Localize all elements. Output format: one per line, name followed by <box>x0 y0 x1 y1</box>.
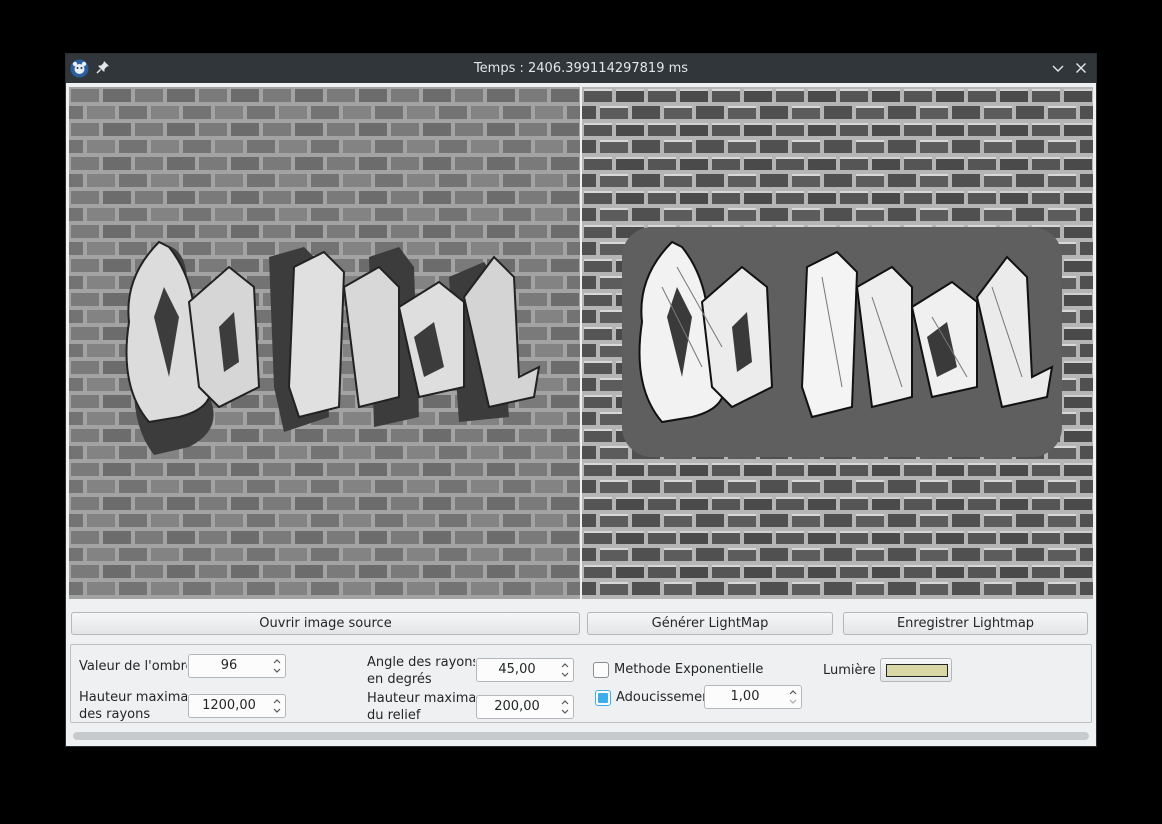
title-bar[interactable]: Temps : 2406.399114297819 ms <box>66 54 1096 83</box>
spin-arrows-icon[interactable] <box>271 656 283 676</box>
lightmap-image <box>582 87 1093 599</box>
light-color-button[interactable] <box>880 658 952 682</box>
exponential-label: Methode Exponentielle <box>614 662 764 677</box>
open-source-button[interactable]: Ouvrir image source <box>71 612 580 635</box>
max-ray-height-label-2: des rayons <box>79 707 151 722</box>
image-area <box>69 87 1093 599</box>
lightmap-window: Temps : 2406.399114297819 ms Ouvrir imag… <box>65 53 1097 747</box>
save-lightmap-button[interactable]: Enregistrer Lightmap <box>843 612 1088 635</box>
spin-arrows-icon[interactable] <box>271 696 283 716</box>
close-icon[interactable] <box>1073 60 1089 76</box>
generate-lightmap-button[interactable]: Générer LightMap <box>587 612 833 635</box>
light-label: Lumière : <box>823 663 885 678</box>
max-ray-height-label-1: Hauteur maximale <box>79 690 187 705</box>
shadow-value-spinbox[interactable]: 96 <box>188 654 286 678</box>
max-relief-height-label-2: du relief <box>367 708 421 723</box>
window-title: Temps : 2406.399114297819 ms <box>473 61 689 76</box>
exponential-checkbox[interactable] <box>593 662 609 678</box>
source-image <box>69 87 580 599</box>
smoothing-spinbox[interactable]: 1,00 <box>704 685 802 709</box>
max-relief-height-spinbox[interactable]: 200,00 <box>476 695 574 719</box>
spin-arrows-icon[interactable] <box>559 660 571 680</box>
smoothing-label: Adoucissement <box>616 690 704 705</box>
spin-arrows-icon[interactable] <box>787 687 799 707</box>
horizontal-scrollbar[interactable] <box>73 732 1089 740</box>
max-relief-height-label-1: Hauteur maximale <box>367 691 475 706</box>
ray-angle-spinbox[interactable]: 45,00 <box>476 658 574 682</box>
settings-group: Valeur de l'ombre 96 Hauteur maximale de… <box>70 644 1092 723</box>
max-ray-height-spinbox[interactable]: 1200,00 <box>188 694 286 718</box>
light-color-swatch <box>886 664 948 677</box>
smoothing-checkbox[interactable] <box>595 690 611 706</box>
ray-angle-label-1: Angle des rayons <box>367 655 475 670</box>
ray-angle-label-2: en degrés <box>367 672 432 687</box>
chevron-down-icon[interactable] <box>1050 60 1066 76</box>
spin-arrows-icon[interactable] <box>559 697 571 717</box>
shadow-value-label: Valeur de l'ombre <box>79 659 187 674</box>
